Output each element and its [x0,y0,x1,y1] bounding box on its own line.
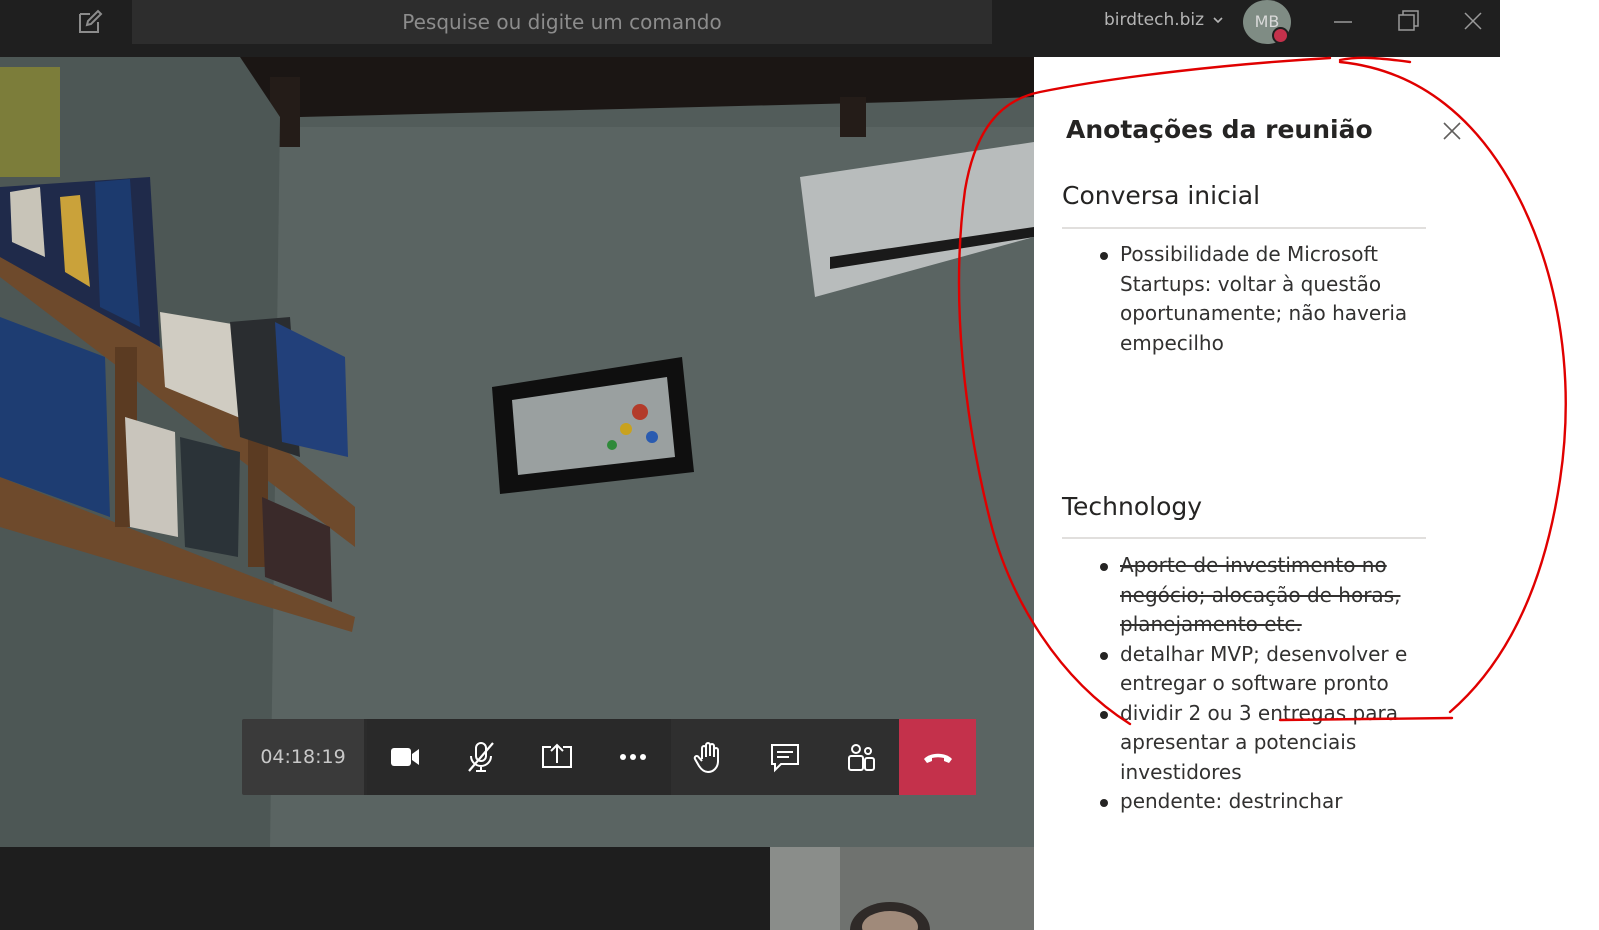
search-input[interactable]: Pesquise ou digite um comando [132,0,992,44]
section-divider [1062,537,1426,539]
notes-list: Possibilidade de Microsoft Startups: vol… [1100,240,1420,358]
hangup-icon [923,753,952,763]
list-item[interactable]: detalhar MVP; desenvolver e entregar o s… [1100,640,1420,699]
avatar[interactable]: MB [1243,0,1291,44]
call-controls: 04:18:19 [242,719,979,795]
raise-hand-button[interactable] [671,719,747,795]
raise-hand-icon [693,742,719,774]
list-item[interactable]: pendente: destrinchar [1100,787,1420,817]
chevron-down-icon [1213,17,1223,24]
chat-button[interactable] [747,719,823,795]
chat-icon [771,744,799,773]
meeting-notes-panel: Anotações da reunião Conversa inicial Po… [1034,57,1599,930]
list-item[interactable]: Aporte de investimento no negócio; aloca… [1100,551,1420,640]
camera-button[interactable] [367,719,443,795]
mic-off-icon [468,742,494,772]
list-item[interactable]: Possibilidade de Microsoft Startups: vol… [1100,240,1420,358]
close-icon[interactable] [1458,6,1488,36]
maximize-icon[interactable] [1393,6,1423,36]
participants-button[interactable] [823,719,899,795]
camera-icon [391,748,419,766]
participants-icon [848,744,875,771]
section-divider [1062,227,1426,229]
meeting-controls [671,719,899,795]
org-switcher[interactable]: birdtech.biz [1104,10,1224,30]
more-button[interactable] [595,719,671,795]
org-name: birdtech.biz [1104,10,1205,30]
self-view-scene [770,847,1034,930]
panel-title: Anotações da reunião [1066,115,1373,144]
mic-button[interactable] [443,719,519,795]
share-screen-button[interactable] [519,719,595,795]
notes-list: Aporte de investimento no negócio; aloca… [1100,551,1420,817]
close-icon[interactable] [1442,121,1462,141]
more-icon [620,754,646,760]
self-view-video[interactable] [770,847,1034,930]
list-item[interactable]: dividir 2 ou 3 entregas para apresentar … [1100,699,1420,788]
status-badge [1272,27,1289,44]
title-bar: Pesquise ou digite um comando birdtech.b… [0,0,1500,57]
share-screen-icon [542,743,572,768]
section-title: Technology [1062,492,1203,521]
hangup-button[interactable] [899,719,976,795]
compose-icon[interactable] [76,8,104,36]
media-controls [367,719,671,795]
minimize-icon[interactable] [1328,6,1358,36]
gallery-strip [0,847,770,930]
call-timer: 04:18:19 [242,719,364,795]
section-title: Conversa inicial [1062,181,1261,210]
